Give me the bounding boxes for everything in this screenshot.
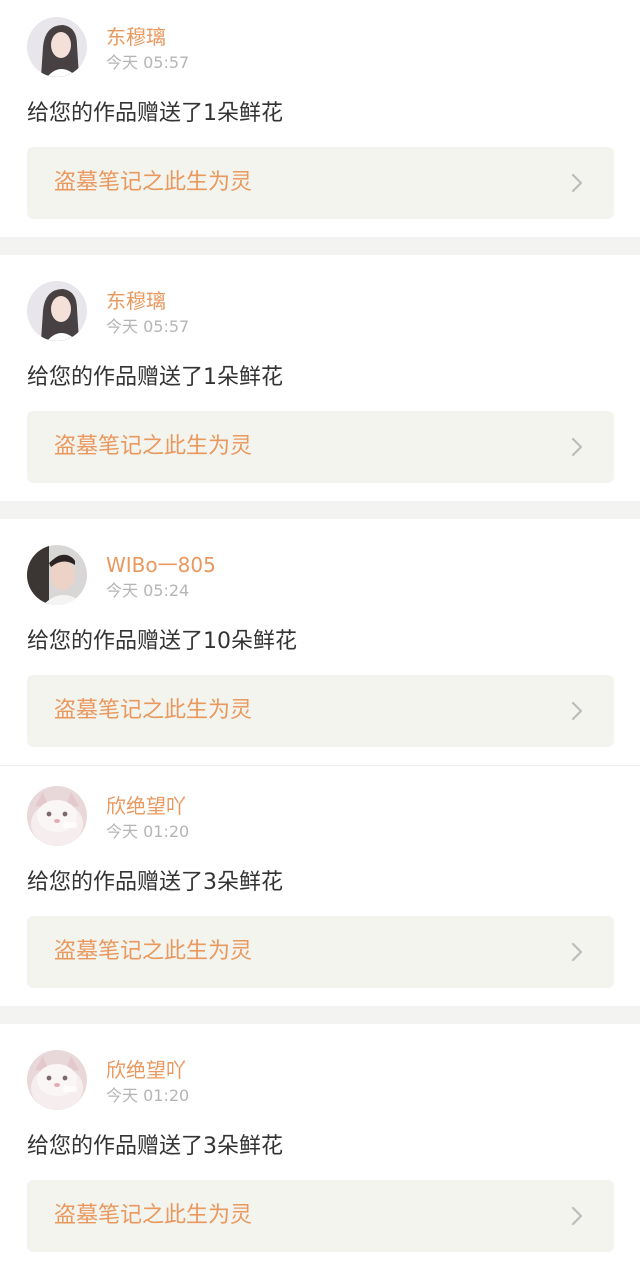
work-title: 盗墓笔记之此生为灵 [54,939,253,964]
section-separator [0,237,640,255]
work-link-button[interactable]: 盗墓笔记之此生为灵 [27,147,614,219]
notification-card: WIBo一805 今天 05:24 给您的作品赠送了10朵鲜花 盗墓笔记之此生为… [0,519,640,765]
chevron-right-icon [571,437,583,457]
timestamp: 今天 01:20 [106,822,190,841]
notification-card: 欣绝望吖 今天 01:20 给您的作品赠送了3朵鲜花 盗墓笔记之此生为灵 [0,1024,640,1262]
timestamp: 今天 05:57 [106,53,190,72]
cat-avatar-icon [27,786,87,846]
username[interactable]: 欣绝望吖 [106,794,186,818]
section-separator [0,1006,640,1024]
username[interactable]: 东穆璃 [106,289,166,313]
avatar[interactable] [27,1050,87,1110]
work-title: 盗墓笔记之此生为灵 [54,1203,253,1228]
chevron-right-icon [571,1206,583,1226]
gift-message: 给您的作品赠送了1朵鲜花 [27,365,283,390]
timestamp: 今天 05:24 [106,581,190,600]
work-title: 盗墓笔记之此生为灵 [54,698,253,723]
section-separator [0,501,640,519]
chevron-right-icon [571,942,583,962]
gift-message: 给您的作品赠送了3朵鲜花 [27,1134,283,1159]
work-link-button[interactable]: 盗墓笔记之此生为灵 [27,916,614,988]
timestamp: 今天 01:20 [106,1086,190,1105]
work-title: 盗墓笔记之此生为灵 [54,170,253,195]
username[interactable]: 东穆璃 [106,25,166,49]
avatar[interactable] [27,786,87,846]
notification-card: 东穆璃 今天 05:57 给您的作品赠送了1朵鲜花 盗墓笔记之此生为灵 [0,255,640,501]
cat-avatar-icon [27,1050,87,1110]
work-title: 盗墓笔记之此生为灵 [54,434,253,459]
gift-message: 给您的作品赠送了3朵鲜花 [27,870,283,895]
gift-message: 给您的作品赠送了1朵鲜花 [27,101,283,126]
username[interactable]: 欣绝望吖 [106,1058,186,1082]
avatar[interactable] [27,281,87,341]
man-portrait-avatar-icon [27,545,87,605]
timestamp: 今天 05:57 [106,317,190,336]
avatar[interactable] [27,545,87,605]
avatar[interactable] [27,17,87,77]
work-link-button[interactable]: 盗墓笔记之此生为灵 [27,1180,614,1252]
chevron-right-icon [571,701,583,721]
woman-portrait-avatar-icon [27,17,87,77]
username[interactable]: WIBo一805 [106,553,216,577]
gift-message: 给您的作品赠送了10朵鲜花 [27,629,297,654]
chevron-right-icon [571,173,583,193]
woman-portrait-avatar-icon [27,281,87,341]
notification-card: 欣绝望吖 今天 01:20 给您的作品赠送了3朵鲜花 盗墓笔记之此生为灵 [0,766,640,1006]
work-link-button[interactable]: 盗墓笔记之此生为灵 [27,675,614,747]
work-link-button[interactable]: 盗墓笔记之此生为灵 [27,411,614,483]
notification-card: 东穆璃 今天 05:57 给您的作品赠送了1朵鲜花 盗墓笔记之此生为灵 [0,17,640,237]
